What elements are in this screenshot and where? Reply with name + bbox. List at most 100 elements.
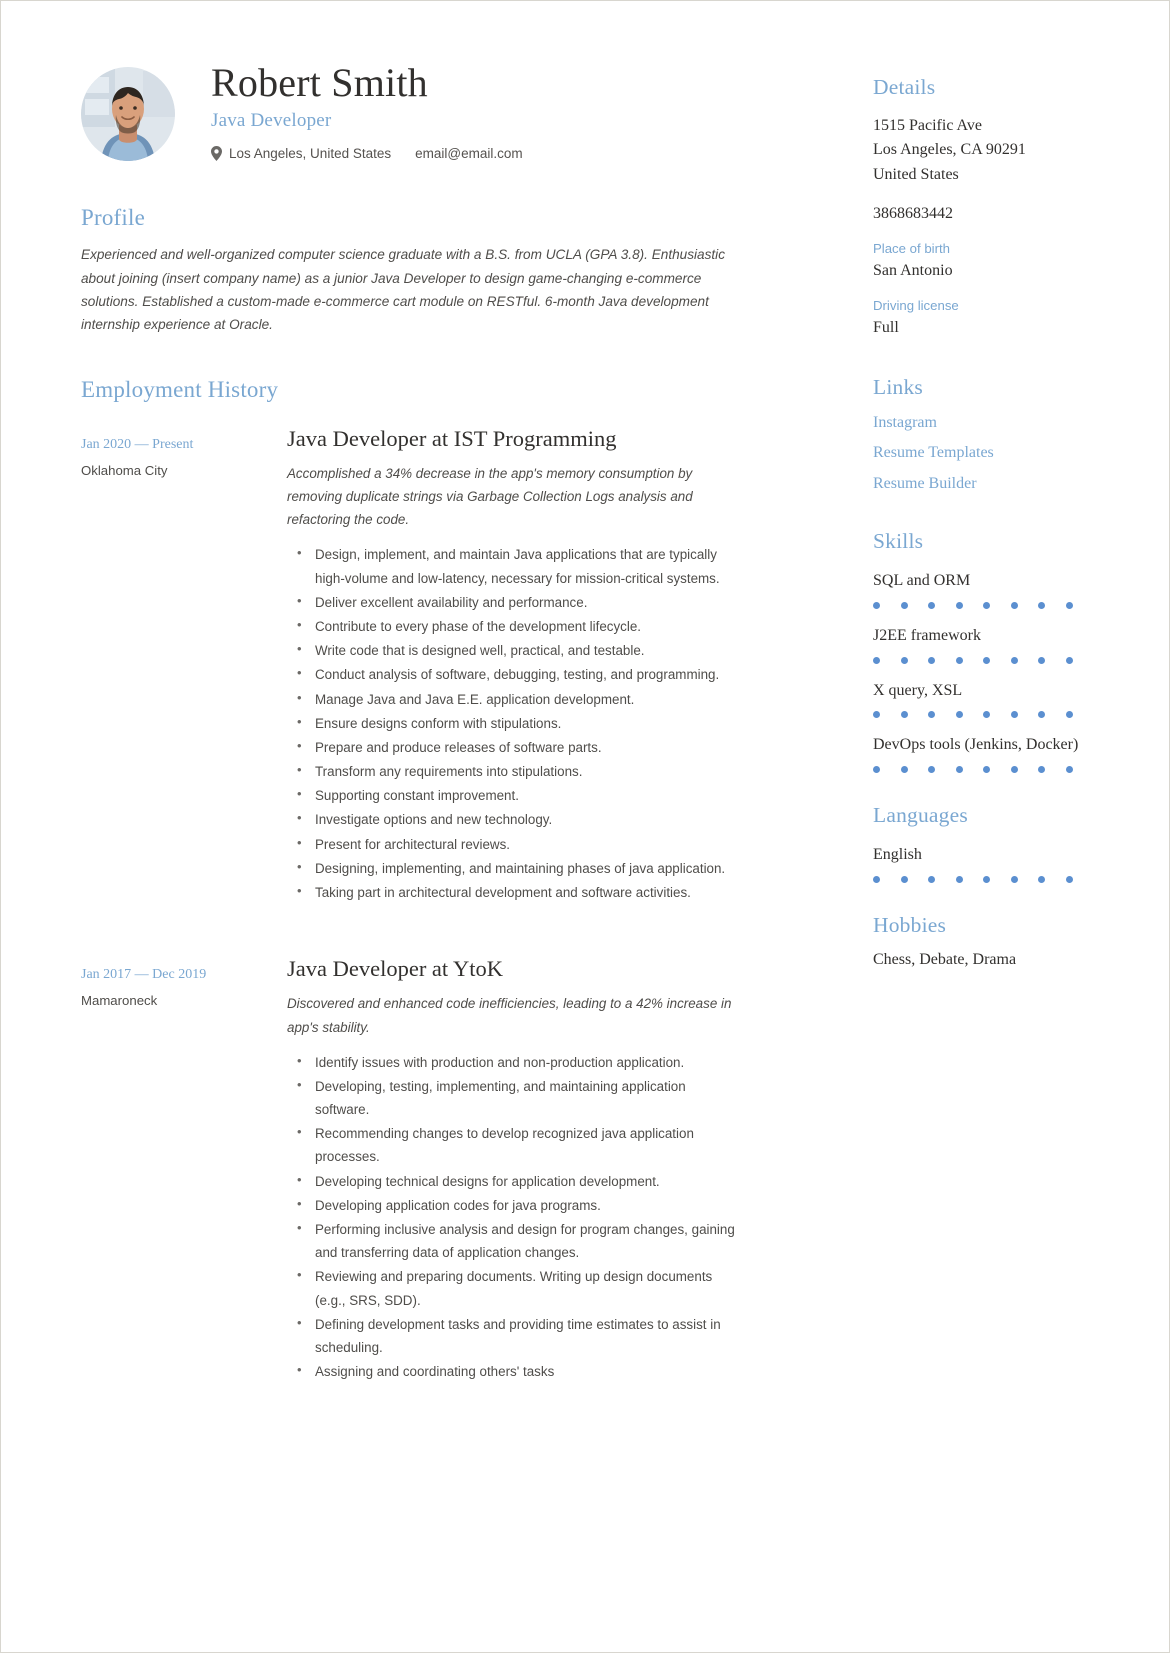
- bullet-item: Present for architectural reviews.: [287, 832, 742, 856]
- skills-heading: Skills: [873, 529, 924, 554]
- details-section: Details 1515 Pacific Ave Los Angeles, CA…: [873, 75, 1123, 337]
- bullet-item: Performing inclusive analysis and design…: [287, 1217, 742, 1264]
- sidebar: Details 1515 Pacific Ave Los Angeles, CA…: [873, 47, 1123, 1652]
- rating-dot: [873, 601, 880, 609]
- rating-dot: [1010, 875, 1018, 883]
- rating-dots: [873, 656, 1073, 664]
- rating-dot: [983, 601, 991, 609]
- rating-dot: [928, 765, 936, 773]
- rating-dot: [1065, 711, 1073, 719]
- details-heading: Details: [873, 75, 936, 99]
- rating-dot: [928, 875, 936, 883]
- contact-location: Los Angeles, United States: [211, 146, 392, 162]
- rating-dot: [1038, 875, 1046, 883]
- job-title: Java Developer at IST Programming: [287, 425, 617, 451]
- rating-dot: [1010, 656, 1018, 664]
- rating-dot: [955, 765, 963, 773]
- bullet-item: Write code that is designed well, practi…: [287, 638, 742, 662]
- links-list: Instagram Resume Templates Resume Builde…: [873, 408, 1123, 499]
- rating-dot: [955, 875, 963, 883]
- job-summary: Accomplished a 34% decrease in the app's…: [287, 465, 693, 528]
- profile-text: Experienced and well-organized computer …: [81, 247, 725, 333]
- address-line: United States: [873, 165, 959, 183]
- contact-row: Los Angeles, United States email@email.c…: [211, 146, 523, 162]
- rating-dot: [1010, 711, 1018, 719]
- rating-dot: [983, 711, 991, 719]
- job-location: Oklahoma City: [81, 462, 168, 478]
- rating-dot: [873, 765, 880, 773]
- rating-dot: [928, 656, 936, 664]
- skills-section: Skills SQL and ORM J2EE framework X query,…: [873, 529, 1123, 773]
- rating-item: DevOps tools (Jenkins, Docker): [873, 734, 1123, 773]
- rating-item: English: [873, 844, 1123, 883]
- profile-section: Profile Experienced and well-organized c…: [81, 205, 761, 337]
- job-bullets: Design, implement, and maintain Java app…: [287, 542, 761, 904]
- driving-license-label: Driving license: [873, 297, 959, 313]
- link-resume-builder[interactable]: Resume Builder: [873, 469, 1123, 499]
- job-location: Mamaroneck: [81, 993, 158, 1009]
- rating-dot: [955, 711, 963, 719]
- links-heading: Links: [873, 374, 923, 399]
- rating-dot: [1038, 765, 1046, 773]
- resume-page: Robert Smith Java Developer Los Angeles,…: [0, 0, 1170, 1653]
- job-entry: Jan 2020 — Present Oklahoma City Java De…: [81, 425, 761, 906]
- employment-heading: Employment History: [81, 376, 279, 402]
- hobbies-section: Hobbies Chess, Debate, Drama: [873, 913, 1123, 969]
- rating-dot: [1038, 601, 1046, 609]
- rating-dot: [983, 765, 991, 773]
- bullet-item: Conduct analysis of software, debugging,…: [287, 662, 742, 686]
- rating-dot: [955, 656, 963, 664]
- rating-item: J2EE framework: [873, 625, 1123, 664]
- bullet-item: Identify issues with production and non-…: [287, 1050, 742, 1074]
- job-meta: Jan 2017 — Dec 2019 Mamaroneck: [81, 955, 281, 1384]
- links-section: Links Instagram Resume Templates Resume …: [873, 375, 1123, 499]
- place-of-birth-label: Place of birth: [873, 240, 950, 256]
- link-resume-templates[interactable]: Resume Templates: [873, 438, 1123, 468]
- rating-dot: [955, 601, 963, 609]
- rating-dot: [1038, 656, 1046, 664]
- rating-dot: [928, 601, 936, 609]
- bullet-item: Manage Java and Java E.E. application de…: [287, 686, 742, 711]
- rating-item-label: English: [873, 845, 922, 863]
- languages-list: English: [873, 844, 1123, 883]
- resume-header: Robert Smith Java Developer Los Angeles,…: [81, 57, 761, 162]
- bullet-item: Designing, implementing, and maintaining…: [287, 856, 742, 880]
- contact-email-text: email@email.com: [415, 146, 523, 162]
- candidate-job-title: Java Developer: [211, 110, 332, 132]
- rating-dot: [873, 711, 880, 719]
- bullet-item: Ensure designs conform with stipulations…: [287, 711, 742, 735]
- rating-dot: [983, 656, 991, 664]
- rating-item-label: SQL and ORM: [873, 572, 971, 590]
- job-meta: Jan 2020 — Present Oklahoma City: [81, 425, 281, 906]
- bullet-item: Defining development tasks and providing…: [287, 1312, 742, 1359]
- rating-dot: [928, 711, 936, 719]
- link-instagram[interactable]: Instagram: [873, 408, 1123, 438]
- bullet-item: Transform any requirements into stipulat…: [287, 759, 742, 783]
- address: 1515 Pacific Ave Los Angeles, CA 90291 U…: [873, 114, 1123, 187]
- rating-dot: [873, 875, 880, 883]
- bullet-item: Developing, testing, implementing, and m…: [287, 1074, 742, 1121]
- rating-dots: [873, 875, 1073, 883]
- contact-email[interactable]: email@email.com: [415, 146, 522, 161]
- job-date: Jan 2020 — Present: [81, 436, 194, 452]
- driving-license-value: Full: [873, 318, 899, 336]
- main-column: Robert Smith Java Developer Los Angeles,…: [81, 47, 761, 1652]
- rating-item-label: DevOps tools (Jenkins, Docker): [873, 736, 1079, 754]
- place-of-birth-value: San Antonio: [873, 261, 953, 279]
- employment-section: Employment History Jan 2020 — Present Ok…: [81, 377, 761, 1385]
- rating-item-label: J2EE framework: [873, 626, 981, 644]
- profile-heading: Profile: [81, 205, 145, 231]
- rating-dot: [1065, 601, 1073, 609]
- rating-item: SQL and ORM: [873, 570, 1123, 609]
- job-title: Java Developer at YtoK: [287, 956, 503, 982]
- avatar: [81, 67, 175, 161]
- rating-dot: [900, 711, 908, 719]
- candidate-name: Robert Smith: [211, 60, 428, 105]
- rating-dots: [873, 601, 1073, 609]
- contact-location-text: Los Angeles, United States: [229, 146, 392, 162]
- languages-heading: Languages: [873, 802, 968, 827]
- rating-dot: [900, 875, 908, 883]
- job-bullets: Identify issues with production and non-…: [287, 1050, 761, 1384]
- bullet-item: Recommending changes to develop recogniz…: [287, 1121, 742, 1168]
- map-pin-icon: [211, 146, 222, 162]
